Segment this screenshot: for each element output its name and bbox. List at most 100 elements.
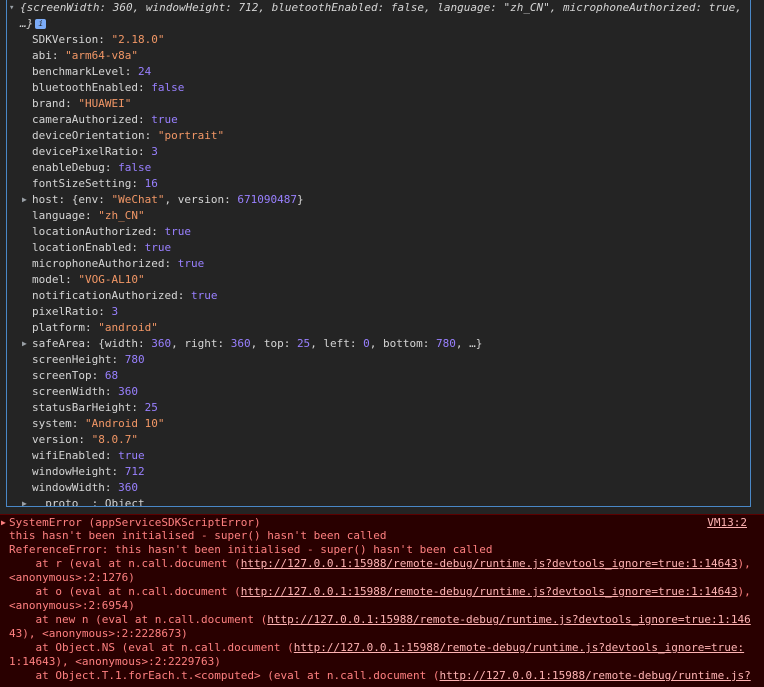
collapse-caret-icon[interactable]: ▾ <box>9 0 14 16</box>
expand-caret-icon[interactable]: ▶ <box>22 336 27 352</box>
property-value: "arm64-v8a" <box>65 49 138 62</box>
stack-frame: at Object.NS (eval at n.call.document (h… <box>9 641 764 655</box>
expand-caret-icon[interactable]: ▶ <box>1 515 6 531</box>
console-error-message: ▶ SystemError (appServiceSDKScriptError)… <box>0 514 764 687</box>
property-value: 3 <box>151 145 158 158</box>
property-row: microphoneAuthorized: true <box>32 256 750 272</box>
property-row: locationEnabled: true <box>32 240 750 256</box>
error-header[interactable]: ▶ SystemError (appServiceSDKScriptError)… <box>1 515 764 531</box>
error-source-link[interactable]: VM13:2 <box>707 515 747 531</box>
property-key: model <box>32 273 66 286</box>
property-row: screenWidth: 360 <box>32 384 750 400</box>
property-row: SDKVersion: "2.18.0" <box>32 32 750 48</box>
property-key: windowWidth <box>32 481 105 494</box>
property-row: enableDebug: false <box>32 160 750 176</box>
property-value: 360 <box>118 385 138 398</box>
colon-separator: : <box>84 209 99 222</box>
colon-separator: : <box>144 129 158 142</box>
property-row: language: "zh_CN" <box>32 208 750 224</box>
property-value: true <box>151 113 178 126</box>
property-row[interactable]: ▶ __proto__: Object <box>22 496 750 507</box>
property-row[interactable]: ▶ host: {env: "WeChat", version: 67109048… <box>22 192 750 208</box>
colon-separator: : <box>131 177 145 190</box>
property-key: wifiEnabled <box>32 449 105 462</box>
property-value: false <box>151 81 185 94</box>
colon-separator: : <box>84 321 99 334</box>
stack-frame-link[interactable]: http://127.0.0.1:15988/remote-debug/runt… <box>439 669 750 682</box>
colon-separator: : <box>137 145 152 158</box>
property-value: Object <box>104 497 145 507</box>
property-row: pixelRatio: 3 <box>32 304 750 320</box>
property-row: notificationAuthorized: true <box>32 288 750 304</box>
property-value: true <box>177 257 205 270</box>
stack-frame: at r (eval at n.call.document (http://12… <box>9 557 764 571</box>
property-key: microphoneAuthorized <box>32 257 165 270</box>
property-value: "zh_CN" <box>98 209 145 222</box>
property-value: 360 <box>118 481 138 494</box>
property-key: safeArea <box>32 337 85 350</box>
info-icon[interactable]: i <box>35 19 47 29</box>
colon-separator: : <box>91 369 105 382</box>
object-summary[interactable]: ▾ {screenWidth: 360, windowHeight: 712, … <box>7 0 750 32</box>
property-key: SDKVersion <box>32 33 99 46</box>
property-value: 780 <box>124 353 145 366</box>
property-row: deviceOrientation: "portrait" <box>32 128 750 144</box>
property-row: cameraAuthorized: true <box>32 112 750 128</box>
object-summary-text: {screenWidth: 360, windowHeight: 712, bl… <box>20 1 749 30</box>
expand-caret-icon[interactable]: ▶ <box>22 192 27 208</box>
property-value: 712 <box>124 465 145 478</box>
stack-frame-link[interactable]: http://127.0.0.1:15988/remote-debug/runt… <box>241 585 738 598</box>
property-row: system: "Android 10" <box>32 416 750 432</box>
colon-separator: : <box>177 289 191 302</box>
property-row: platform: "android" <box>32 320 750 336</box>
property-value: "2.18.0" <box>111 33 165 46</box>
property-key: screenTop <box>32 369 92 382</box>
property-key: host <box>32 193 59 206</box>
property-row: version: "8.0.7" <box>32 432 750 448</box>
error-header-text: SystemError (appServiceSDKScriptError) <box>9 516 261 529</box>
colon-separator: : <box>124 65 138 78</box>
stack-frame-link[interactable]: http://127.0.0.1:15988/remote-debug/runt… <box>241 557 738 570</box>
property-key: abi <box>32 49 52 62</box>
property-key: __proto__ <box>32 497 92 507</box>
property-key: statusBarHeight <box>32 401 132 414</box>
property-key: brand <box>32 97 66 110</box>
colon-separator: : <box>58 193 72 206</box>
property-key: system <box>32 417 72 430</box>
colon-separator: : <box>84 337 99 350</box>
property-key: version <box>32 433 79 446</box>
property-key: notificationAuthorized <box>32 289 178 302</box>
stack-frame-location: <anonymous>:2:1276) <box>9 571 135 584</box>
property-key: devicePixelRatio <box>32 145 138 158</box>
stack-frame: at new n (eval at n.call.document (http:… <box>9 613 764 627</box>
property-value: "8.0.7" <box>91 433 138 446</box>
stack-frame-prefix: at o (eval at n.call.document ( <box>9 585 241 598</box>
property-value: {env: "WeChat", version: 671090487} <box>71 193 304 206</box>
stack-trace: at r (eval at n.call.document (http://12… <box>9 557 764 683</box>
property-key: benchmarkLevel <box>32 65 125 78</box>
property-value: "portrait" <box>157 129 225 142</box>
property-key: screenWidth <box>32 385 105 398</box>
property-row: locationAuthorized: true <box>32 224 750 240</box>
colon-separator: : <box>164 257 178 270</box>
property-key: fontSizeSetting <box>32 177 132 190</box>
colon-separator: : <box>78 433 92 446</box>
stack-frame-suffix: ), <box>737 557 751 570</box>
property-value: "android" <box>98 321 158 334</box>
stack-frame-link[interactable]: http://127.0.0.1:15988/remote-debug/runt… <box>267 613 750 626</box>
property-value: 24 <box>137 65 152 78</box>
expand-caret-icon[interactable]: ▶ <box>22 496 27 506</box>
property-row: screenHeight: 780 <box>32 352 750 368</box>
colon-separator: : <box>137 81 152 94</box>
stack-frame-link[interactable]: http://127.0.0.1:15988/remote-debug/runt… <box>294 641 744 654</box>
property-value: false <box>118 161 152 174</box>
property-key: windowHeight <box>32 465 112 478</box>
colon-separator: : <box>111 465 125 478</box>
property-row[interactable]: ▶ safeArea: {width: 360, right: 360, top:… <box>22 336 750 352</box>
property-value: true <box>190 289 218 302</box>
colon-separator: : <box>104 385 119 398</box>
property-value: "HUAWEI" <box>78 97 132 110</box>
error-message: this hasn't been initialised - super() h… <box>9 529 387 542</box>
stack-frame-suffix: ), <box>737 585 751 598</box>
colon-separator: : <box>104 161 119 174</box>
